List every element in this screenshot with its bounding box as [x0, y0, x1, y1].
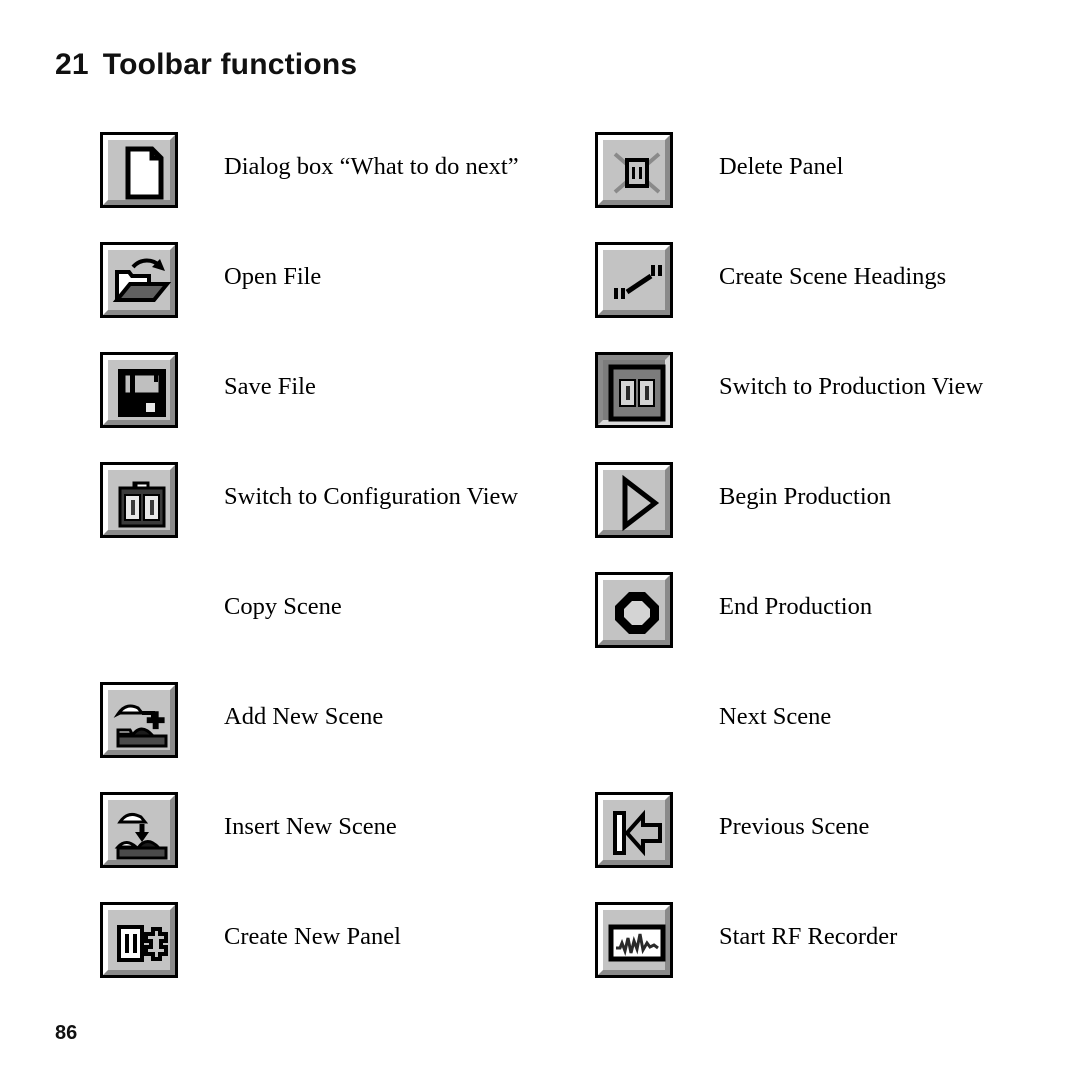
- start-rf-recorder-icon: [603, 910, 671, 976]
- toolbar-button[interactable]: [100, 352, 178, 428]
- toolbar-function-row: Start RF Recorder: [595, 902, 1080, 1012]
- end-production-icon-slot[interactable]: [595, 572, 673, 648]
- toolbar-function-row: Begin Production: [595, 462, 1080, 572]
- open-folder-icon-slot[interactable]: [100, 242, 178, 318]
- toolbar-function-row: Next Scene: [595, 682, 1080, 792]
- toolbar-function-label: Copy Scene: [224, 593, 342, 620]
- production-view-icon: [603, 360, 671, 426]
- toolbar-button[interactable]: [100, 792, 178, 868]
- toolbar-function-label: Save File: [224, 373, 316, 400]
- new-document-icon-slot[interactable]: [100, 132, 178, 208]
- toolbar-function-label: Previous Scene: [719, 813, 870, 840]
- toolbar-button[interactable]: [595, 792, 673, 868]
- copy-scene-icon-slot: [100, 572, 178, 648]
- create-new-panel-icon: [108, 910, 176, 976]
- previous-scene-icon: [603, 800, 671, 866]
- previous-scene-icon-slot[interactable]: [595, 792, 673, 868]
- toolbar-button[interactable]: [595, 352, 673, 428]
- toolbar-function-label: Begin Production: [719, 483, 892, 510]
- toolbar-function-label: Dialog box “What to do next”: [224, 153, 519, 180]
- toolbar-function-row: Create Scene Headings: [595, 242, 1080, 352]
- right-column: Delete Panel Create Scene Headings Switc…: [595, 132, 1080, 1012]
- start-rf-recorder-icon-slot[interactable]: [595, 902, 673, 978]
- toolbar-function-row: Create New Panel: [100, 902, 590, 1012]
- create-scene-headings-icon: [603, 250, 671, 316]
- toolbar-button[interactable]: [595, 242, 673, 318]
- add-new-scene-icon: [108, 690, 176, 756]
- create-scene-headings-icon-slot[interactable]: [595, 242, 673, 318]
- toolbar-function-label: Open File: [224, 263, 322, 290]
- toolbar-button[interactable]: [100, 682, 178, 758]
- toolbar-function-row: Switch to Production View: [595, 352, 1080, 462]
- create-new-panel-icon-slot[interactable]: [100, 902, 178, 978]
- toolbar-function-row: Previous Scene: [595, 792, 1080, 902]
- page-number: 86: [55, 1022, 78, 1044]
- toolbar-button[interactable]: [100, 132, 178, 208]
- toolbar-button[interactable]: [100, 242, 178, 318]
- open-folder-icon: [108, 250, 176, 316]
- toolbar-function-row: Save File: [100, 352, 590, 462]
- toolbar-function-row: Dialog box “What to do next”: [100, 132, 590, 242]
- toolbar-function-label: Insert New Scene: [224, 813, 397, 840]
- toolbar-function-row: Copy Scene: [100, 572, 590, 682]
- production-view-icon-slot[interactable]: [595, 352, 673, 428]
- toolbar-function-label: Switch to Production View: [719, 373, 984, 400]
- toolbar-function-label: Create New Panel: [224, 923, 401, 950]
- chapter-number: 21: [55, 48, 89, 81]
- toolbar-function-row: Delete Panel: [595, 132, 1080, 242]
- configuration-view-icon: [108, 470, 176, 536]
- page-title: 21 Toolbar functions: [55, 48, 357, 82]
- begin-production-icon: [603, 470, 671, 536]
- begin-production-icon-slot[interactable]: [595, 462, 673, 538]
- toolbar-function-label: Create Scene Headings: [719, 263, 947, 290]
- insert-new-scene-icon: [108, 800, 176, 866]
- add-new-scene-icon-slot[interactable]: [100, 682, 178, 758]
- toolbar-button[interactable]: [595, 462, 673, 538]
- toolbar-function-label: Switch to Configuration View: [224, 483, 519, 510]
- toolbar-button[interactable]: [100, 902, 178, 978]
- floppy-disk-save-icon-slot[interactable]: [100, 352, 178, 428]
- configuration-view-icon-slot[interactable]: [100, 462, 178, 538]
- toolbar-function-row: Insert New Scene: [100, 792, 590, 902]
- toolbar-button[interactable]: [100, 462, 178, 538]
- toolbar-function-label: Delete Panel: [719, 153, 844, 180]
- chapter-title: Toolbar functions: [102, 48, 358, 81]
- toolbar-button[interactable]: [595, 572, 673, 648]
- toolbar-button[interactable]: [595, 132, 673, 208]
- toolbar-function-row: Add New Scene: [100, 682, 590, 792]
- end-production-icon: [603, 580, 671, 646]
- toolbar-function-label: Start RF Recorder: [719, 923, 898, 950]
- left-column: Dialog box “What to do next” Open File S…: [100, 132, 590, 1012]
- toolbar-function-label: Next Scene: [719, 703, 832, 730]
- toolbar-function-row: Open File: [100, 242, 590, 352]
- floppy-disk-save-icon: [108, 360, 176, 426]
- toolbar-function-label: Add New Scene: [224, 703, 384, 730]
- toolbar-function-label: End Production: [719, 593, 873, 620]
- insert-new-scene-icon-slot[interactable]: [100, 792, 178, 868]
- delete-panel-icon-slot[interactable]: [595, 132, 673, 208]
- new-document-icon: [108, 140, 176, 206]
- toolbar-button[interactable]: [595, 902, 673, 978]
- next-scene-icon-slot: [595, 682, 673, 758]
- delete-panel-icon: [603, 140, 671, 206]
- toolbar-function-row: End Production: [595, 572, 1080, 682]
- toolbar-function-row: Switch to Configuration View: [100, 462, 590, 572]
